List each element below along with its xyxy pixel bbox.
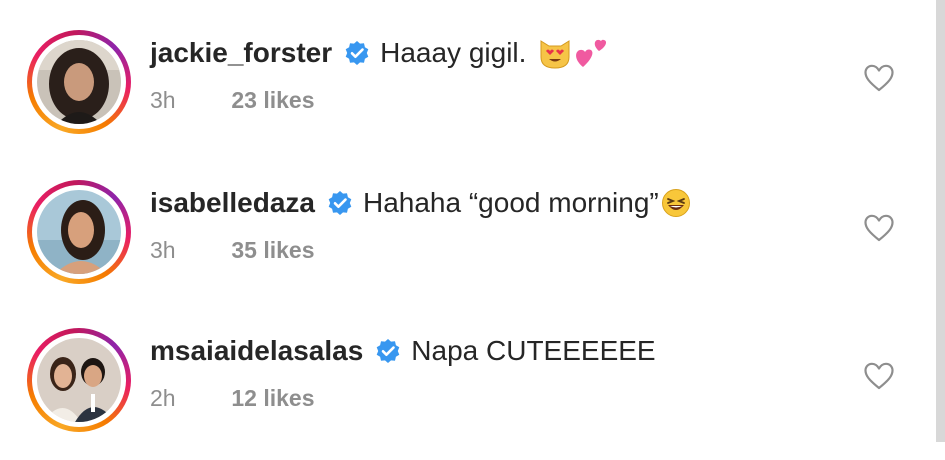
comment-timestamp: 3h	[150, 87, 176, 113]
avatar[interactable]	[37, 338, 121, 422]
comment-likes-count[interactable]: 12 likes	[231, 385, 314, 411]
avatar[interactable]	[37, 190, 121, 274]
comment-timestamp: 2h	[150, 385, 176, 411]
comment-item: isabelledaza Hahaha “good morning” 3h 35…	[0, 165, 935, 305]
laughing-emoji	[661, 188, 691, 218]
avatar-story-ring[interactable]	[27, 328, 131, 432]
comment-text: Haaay gigil.	[380, 37, 527, 68]
comment-timestamp: 3h	[150, 237, 176, 263]
verified-badge-icon	[344, 40, 370, 66]
heart-eyes-cat-emoji	[538, 37, 572, 69]
scrollbar[interactable]	[936, 0, 945, 442]
comment-username[interactable]: jackie_forster	[150, 37, 332, 69]
comment-item: jackie_forster Haaay gigil. 3h 23 likes	[0, 15, 935, 155]
avatar-story-ring[interactable]	[27, 30, 131, 134]
comment-username[interactable]: msaiaidelasalas	[150, 335, 363, 367]
comment-username[interactable]: isabelledaza	[150, 187, 315, 219]
verified-badge-icon	[375, 338, 401, 364]
heart-outline-icon[interactable]	[863, 63, 895, 98]
two-hearts-emoji	[574, 37, 610, 69]
comment-likes-count[interactable]: 35 likes	[231, 237, 314, 263]
comment-text: Hahaha “good morning”	[362, 187, 659, 218]
comment-likes-count[interactable]: 23 likes	[231, 87, 314, 113]
heart-outline-icon[interactable]	[863, 213, 895, 248]
comment-item: msaiaidelasalas Napa CUTEEEEEE 2h 12 lik…	[0, 313, 935, 453]
avatar[interactable]	[37, 40, 121, 124]
avatar-story-ring[interactable]	[27, 180, 131, 284]
verified-badge-icon	[327, 190, 353, 216]
heart-outline-icon[interactable]	[863, 361, 895, 396]
comment-text: Napa CUTEEEEEE	[411, 335, 656, 366]
